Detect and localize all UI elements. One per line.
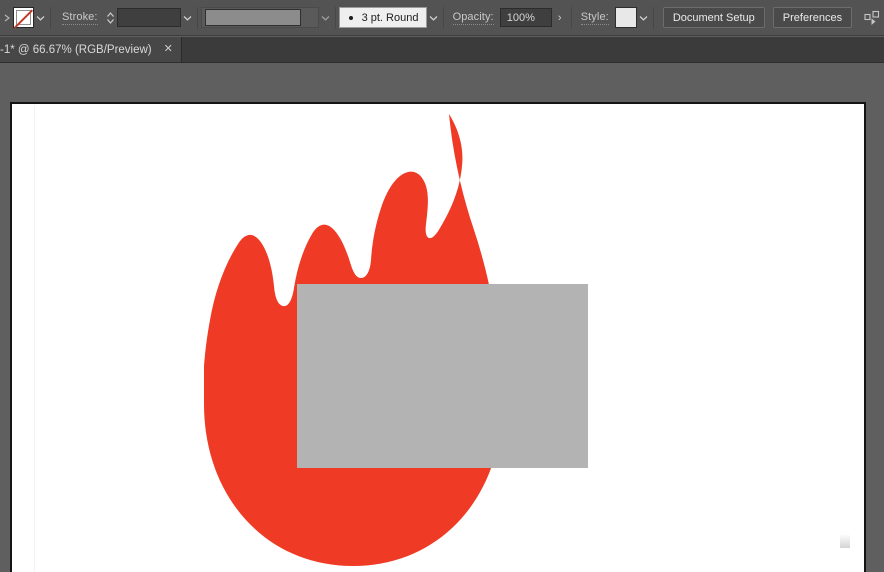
stroke-label: Stroke:	[62, 11, 98, 25]
brush-definition-chevron-down-icon[interactable]	[427, 7, 440, 29]
illustrator-window: Stroke: 3 pt. Round Opacity:	[0, 0, 884, 572]
document-tab-title: -1* @ 66.67% (RGB/Preview)	[0, 44, 152, 56]
brush-definition-control[interactable]: 3 pt. Round	[339, 7, 427, 28]
fill-swatch-chevron-down-icon[interactable]	[34, 7, 47, 29]
graphic-style-swatch[interactable]	[615, 7, 637, 28]
artwork-flame-logo[interactable]	[12, 104, 864, 572]
divider	[335, 7, 336, 29]
divider	[50, 7, 51, 29]
divider	[653, 7, 654, 29]
preferences-button[interactable]: Preferences	[773, 7, 852, 28]
stroke-profile-chevron-down-icon[interactable]	[319, 7, 332, 29]
gray-rectangle[interactable]	[297, 284, 588, 468]
control-options-bar: Stroke: 3 pt. Round Opacity:	[0, 0, 884, 36]
brush-definition-label: 3 pt. Round	[362, 12, 419, 24]
divider	[443, 7, 444, 29]
style-chevron-down-icon[interactable]	[637, 7, 650, 29]
align-objects-icon[interactable]	[862, 7, 884, 29]
fill-stroke-swatch[interactable]	[13, 7, 34, 28]
document-setup-button[interactable]: Document Setup	[663, 7, 765, 28]
divider	[571, 7, 572, 29]
document-tab-bar: -1* @ 66.67% (RGB/Preview) ✕	[0, 37, 884, 63]
divider	[197, 7, 198, 29]
opacity-input[interactable]: 100%	[500, 8, 552, 27]
stroke-weight-chevron-down-icon[interactable]	[181, 7, 194, 29]
canvas-area[interactable]	[0, 64, 884, 572]
brush-dot-icon	[349, 16, 353, 20]
stroke-weight-stepper[interactable]	[104, 7, 117, 29]
close-icon[interactable]: ✕	[164, 44, 173, 55]
canvas-faint-mark	[840, 534, 850, 548]
artboard[interactable]	[10, 102, 866, 572]
opacity-label: Opacity:	[453, 11, 494, 25]
stroke-profile-control[interactable]	[201, 7, 319, 28]
panel-collapse-chevron-icon[interactable]	[0, 7, 13, 29]
stroke-profile-preview	[205, 9, 301, 26]
stroke-weight-input[interactable]	[117, 8, 181, 27]
style-label: Style:	[581, 11, 609, 25]
opacity-flyout-chevron-icon[interactable]: ›	[552, 7, 568, 28]
document-tab[interactable]: -1* @ 66.67% (RGB/Preview) ✕	[0, 37, 182, 62]
